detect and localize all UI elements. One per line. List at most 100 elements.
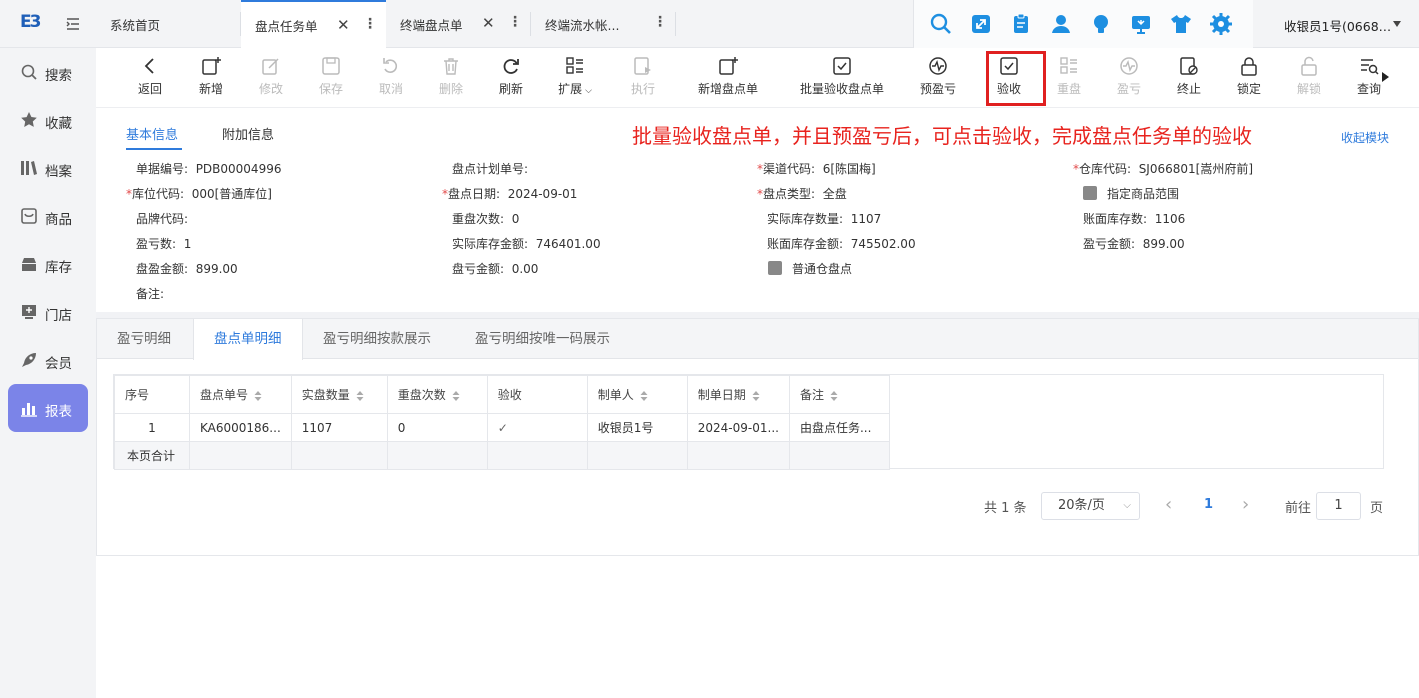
sidebar-item-members[interactable]: 会员 (8, 336, 88, 384)
lock-button[interactable]: 锁定 (1234, 56, 1264, 104)
menu-collapse-icon[interactable] (64, 15, 82, 33)
new-count-button[interactable]: 新增盘点单 (696, 56, 760, 104)
sidebar-item-label: 会员 (45, 356, 72, 372)
monitor-icon[interactable] (1129, 12, 1153, 36)
profit-loss-button[interactable]: 盈亏 (1114, 56, 1144, 104)
close-icon[interactable]: ✕ (337, 16, 350, 34)
field-value: 0 (511, 212, 520, 226)
sidebar-item-store[interactable]: 门店 (8, 288, 88, 336)
more-icon[interactable]: ⋮ (653, 14, 667, 30)
execute-button[interactable]: 执行 (628, 56, 658, 104)
close-icon[interactable]: ✕ (482, 14, 495, 32)
lock-label: 锁定 (1236, 82, 1261, 96)
sort-icon[interactable] (640, 390, 648, 402)
tab-pl-by-code[interactable]: 盈亏明细按唯一码展示 (455, 319, 630, 359)
sort-icon[interactable] (830, 390, 838, 402)
page-size-select[interactable]: 20条/页 ⌵ (1041, 492, 1140, 520)
column-header[interactable]: 制单人 (586, 375, 688, 414)
save-button[interactable]: 保存 (316, 56, 346, 104)
goto-page-input[interactable]: 1 (1316, 492, 1361, 520)
column-header[interactable]: 实盘数量 (290, 375, 388, 414)
sidebar-item-favorites[interactable]: 收藏 (8, 96, 88, 144)
bulb-icon[interactable] (1089, 12, 1113, 36)
shirt-icon[interactable] (1169, 12, 1193, 36)
tab-terminal-count[interactable]: 终端盘点单 ✕ ⋮ (386, 0, 531, 48)
tab-count-task[interactable]: 盘点任务单 ✕ ⋮ (241, 0, 386, 48)
more-icon[interactable]: ⋮ (363, 16, 377, 32)
clipboard-icon[interactable] (1009, 12, 1033, 36)
tab-pl-by-style[interactable]: 盈亏明细按款展示 (303, 319, 451, 359)
page-tabs: 系统首页 盘点任务单 ✕ ⋮ 终端盘点单 ✕ ⋮ 终端流水帐... ⋮ (96, 0, 676, 48)
sidebar-item-inventory[interactable]: 库存 (8, 240, 88, 288)
tab-extra-info[interactable]: 附加信息 (222, 124, 274, 143)
detail-table: 序号 盘点单号 实盘数量 重盘次数 验收 制单人 制单日期 备注 1 KA600… (114, 375, 890, 470)
field-value: 000[普通库位] (191, 187, 272, 201)
field-spec-range: 指定商品范围 (1107, 187, 1180, 201)
field-value: 899.00 (1142, 237, 1185, 251)
field-value: 全盘 (822, 187, 847, 201)
sidebar-item-label: 商品 (45, 212, 72, 228)
sidebar-item-products[interactable]: 商品 (8, 192, 88, 240)
more-icon[interactable]: ⋮ (508, 14, 522, 30)
field-value: 0.00 (511, 262, 539, 276)
tab-count-detail[interactable]: 盘点单明细 (193, 319, 303, 360)
column-header[interactable]: 重盘次数 (386, 375, 488, 414)
next-page-icon[interactable]: › (1242, 494, 1249, 515)
edit-button[interactable]: 修改 (256, 56, 286, 104)
normal-wh-checkbox[interactable] (768, 261, 782, 275)
batch-verify-button[interactable]: 批量验收盘点单 (798, 56, 886, 104)
sidebar: 搜索 收藏 档案 商品 库存 门店 会员 报表 (0, 48, 96, 698)
query-icon (1359, 56, 1379, 76)
field-plan-no: 盘点计划单号: (452, 160, 528, 177)
field-label: 盘亏金额: (452, 262, 505, 276)
scroll-right-icon[interactable] (1381, 72, 1389, 82)
refresh-button[interactable]: 刷新 (496, 56, 526, 104)
search-icon[interactable] (929, 12, 953, 36)
sidebar-item-archive[interactable]: 档案 (8, 144, 88, 192)
sidebar-item-reports[interactable]: 报表 (8, 384, 88, 432)
tab-terminal-ledger[interactable]: 终端流水帐... ⋮ (531, 0, 676, 48)
field-label: 备注: (136, 287, 165, 301)
sort-icon[interactable] (452, 390, 460, 402)
add-button[interactable]: 新增 (196, 56, 226, 104)
tab-home[interactable]: 系统首页 (96, 0, 241, 48)
field-label: 仓库代码: (1079, 162, 1132, 176)
caret-down-icon[interactable] (1392, 19, 1402, 29)
pre-profit-loss-button[interactable]: 预盈亏 (918, 56, 958, 104)
table-row[interactable]: 1 KA6000186... 1107 0 ✓ 收银员1号 2024-09-01… (114, 413, 890, 442)
extend-button[interactable]: 扩展 ⌵ (554, 56, 596, 104)
gear-icon[interactable] (1209, 12, 1233, 36)
toolbar: 返回 新增 修改 保存 取消 删除 刷新 扩展 ⌵ 执行 新增盘点单 批量验收盘点… (96, 48, 1419, 108)
sidebar-item-search[interactable]: 搜索 (8, 48, 88, 96)
unlock-button[interactable]: 解锁 (1294, 56, 1324, 104)
current-page[interactable]: 1 (1204, 497, 1213, 512)
delete-button[interactable]: 删除 (436, 56, 466, 104)
sidebar-item-label: 报表 (45, 404, 72, 420)
field-label: 盘盈金额: (136, 262, 189, 276)
column-header[interactable]: 备注 (788, 375, 890, 414)
expand-icon[interactable] (969, 12, 993, 36)
terminate-button[interactable]: 终止 (1174, 56, 1204, 104)
column-header[interactable]: 盘点单号 (189, 375, 292, 414)
collapse-link[interactable]: 收起模块 (1341, 129, 1389, 146)
sort-icon[interactable] (254, 390, 262, 402)
column-header[interactable]: 制单日期 (686, 375, 790, 414)
sort-icon[interactable] (752, 390, 760, 402)
current-user[interactable]: 收银员1号(0668… (1284, 16, 1391, 35)
back-button[interactable]: 返回 (136, 56, 164, 104)
prev-page-icon[interactable]: ‹ (1165, 494, 1172, 515)
tab-basic-info[interactable]: 基本信息 (126, 124, 178, 143)
tab-pl-detail[interactable]: 盈亏明细 (97, 319, 191, 359)
user-icon[interactable] (1049, 12, 1073, 36)
recount-button[interactable]: 重盘 (1054, 56, 1084, 104)
query-button[interactable]: 查询 (1354, 56, 1384, 104)
page-suffix: 页 (1370, 501, 1384, 516)
field-label: 盈亏数: (136, 237, 177, 251)
sort-icon[interactable] (356, 390, 364, 402)
cancel-button[interactable]: 取消 (376, 56, 406, 104)
report-icon (20, 399, 38, 417)
spec-range-checkbox[interactable] (1083, 186, 1097, 200)
pulse-icon (1119, 56, 1139, 76)
cell-verified: ✓ (486, 413, 588, 442)
archive-icon (20, 159, 38, 177)
